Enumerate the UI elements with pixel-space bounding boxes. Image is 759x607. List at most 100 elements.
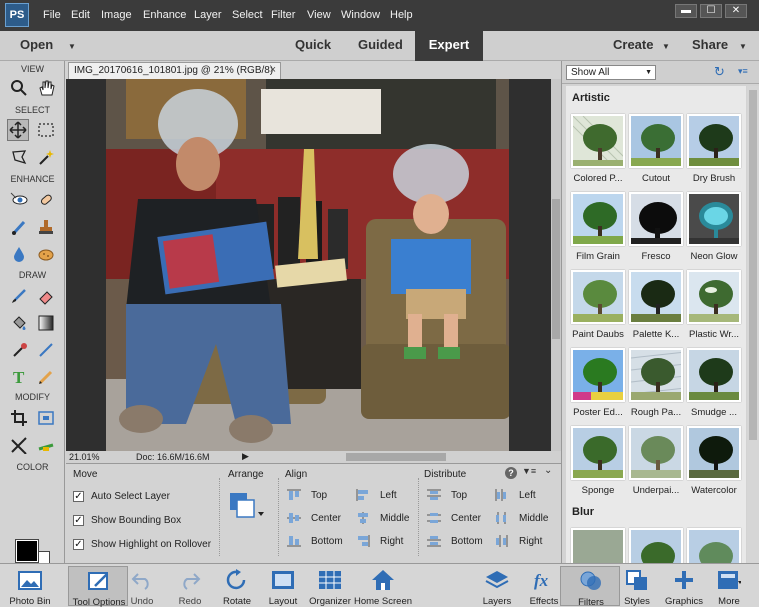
vertical-scrollbar[interactable] [551,79,561,451]
home-screen-button[interactable]: Home Screen [353,566,413,607]
align-left-button[interactable]: Left [356,489,397,501]
distribute-bottom-button[interactable]: Bottom [427,535,483,547]
checkbox-icon[interactable]: ✓ [73,515,84,526]
filters-scroll-thumb[interactable] [749,90,757,440]
create-dropdown-icon[interactable]: ▼ [662,42,670,51]
canvas-area[interactable] [66,79,551,451]
distribute-top-button[interactable]: Top [427,489,467,501]
mode-expert[interactable]: Expert [415,37,483,52]
align-bottom-button[interactable]: Bottom [287,535,343,547]
filter-blur-2[interactable] [627,528,685,563]
refresh-icon[interactable]: ↻ [714,64,725,80]
help-icon[interactable]: ? [505,467,517,479]
open-button[interactable]: Open [20,37,53,52]
filter-palette-knife[interactable]: Palette K... [627,270,685,348]
filter-film-grain[interactable]: Film Grain [569,192,627,270]
blur-tool-icon[interactable] [8,243,30,265]
mode-guided[interactable]: Guided [358,37,403,52]
menu-filter[interactable]: Filter [271,9,295,21]
status-menu-arrow-icon[interactable]: ▶ [242,451,249,462]
filter-watercolor[interactable]: Watercolor [685,426,743,504]
arrange-button[interactable] [229,492,265,522]
horizontal-scroll-thumb[interactable] [346,453,446,461]
line-tool-icon[interactable] [35,339,57,361]
paint-bucket-icon[interactable] [8,312,30,334]
collapse-options-icon[interactable]: ⌄ [544,465,552,476]
open-dropdown-icon[interactable]: ▼ [68,42,76,51]
menu-help[interactable]: Help [390,9,413,21]
share-dropdown-icon[interactable]: ▼ [739,42,747,51]
filter-neon-glow[interactable]: Neon Glow [685,192,743,270]
filter-paint-daubs[interactable]: Paint Daubs [569,270,627,348]
brush-tool-icon[interactable] [8,285,30,307]
recompose-tool-icon[interactable] [35,407,57,429]
distribute-center-button[interactable]: Center [427,512,481,524]
spot-healing-icon[interactable] [35,189,57,211]
menu-file[interactable]: File [43,9,61,21]
eyedropper-icon[interactable] [8,339,30,361]
align-right-button[interactable]: Right [356,535,403,547]
menu-enhance[interactable]: Enhance [143,9,186,21]
marquee-tool-icon[interactable] [35,119,57,141]
menu-window[interactable]: Window [341,9,380,21]
distribute-middle-button[interactable]: Middle [495,512,548,524]
clone-stamp-icon[interactable] [35,216,57,238]
close-window-button[interactable]: ✕ [725,4,747,18]
menu-layer[interactable]: Layer [194,9,222,21]
foreground-color-swatch[interactable] [15,539,39,563]
distribute-left-button[interactable]: Left [495,489,536,501]
hand-tool-icon[interactable] [35,77,57,99]
align-middle-button[interactable]: Middle [356,512,409,524]
maximize-button[interactable]: ☐ [700,4,722,18]
zoom-tool-icon[interactable] [8,77,30,99]
menu-edit[interactable]: Edit [71,9,90,21]
options-menu-icon[interactable]: ▼≡ [522,466,536,476]
menu-image[interactable]: Image [101,9,132,21]
menu-view[interactable]: View [307,9,331,21]
minimize-button[interactable]: ▬ [675,4,697,18]
sponge-tool-icon[interactable] [35,243,57,265]
filter-underpainting[interactable]: Underpai... [627,426,685,504]
smart-brush-icon[interactable] [8,216,30,238]
menu-select[interactable]: Select [232,9,263,21]
filter-blur-3[interactable] [685,528,743,563]
filter-dry-brush[interactable]: Dry Brush [685,114,743,192]
show-highlight-checkbox[interactable]: ✓ Show Highlight on Rollover [73,539,211,550]
photo-bin-button[interactable]: Photo Bin [0,566,60,607]
filter-fresco[interactable]: Fresco [627,192,685,270]
checkbox-icon[interactable]: ✓ [73,539,84,550]
pencil-tool-icon[interactable] [35,366,57,388]
checkbox-icon[interactable]: ✓ [73,491,84,502]
gradient-tool-icon[interactable] [35,312,57,334]
filter-cutout[interactable]: Cutout [627,114,685,192]
document-tab[interactable]: IMG_20170616_101801.jpg @ 21% (RGB/8) × [68,62,281,79]
share-button[interactable]: Share [692,37,728,52]
show-bounding-box-checkbox[interactable]: ✓ Show Bounding Box [73,515,181,526]
filter-poster-edges[interactable]: Poster Ed... [569,348,627,426]
filter-category-dropdown[interactable]: Show All ▼ [566,65,656,80]
eraser-tool-icon[interactable] [35,285,57,307]
type-tool-icon[interactable]: T [8,366,30,388]
auto-select-layer-checkbox[interactable]: ✓ Auto Select Layer [73,491,170,502]
align-top-button[interactable]: Top [287,489,327,501]
lasso-tool-icon[interactable] [8,146,30,168]
filter-colored-pencil[interactable]: Colored P... [569,114,627,192]
content-aware-move-icon[interactable] [8,434,30,456]
magic-wand-icon[interactable] [35,146,57,168]
filter-sponge[interactable]: Sponge [569,426,627,504]
filters-scrollbar[interactable] [747,86,759,563]
more-button[interactable]: More [699,566,759,607]
filter-blur-1[interactable] [569,528,627,563]
filter-smudge-stick[interactable]: Smudge ... [685,348,743,426]
move-tool-icon[interactable] [7,119,29,141]
create-button[interactable]: Create [613,37,653,52]
close-document-icon[interactable]: × [270,64,276,76]
mode-quick[interactable]: Quick [295,37,331,52]
distribute-right-button[interactable]: Right [495,535,542,547]
straighten-tool-icon[interactable] [35,434,57,456]
vertical-scroll-thumb[interactable] [552,199,560,339]
red-eye-tool-icon[interactable] [8,189,30,211]
filter-rough-pastels[interactable]: Rough Pa... [627,348,685,426]
panel-menu-icon[interactable]: ▾≡ [738,66,748,77]
crop-tool-icon[interactable] [8,407,30,429]
